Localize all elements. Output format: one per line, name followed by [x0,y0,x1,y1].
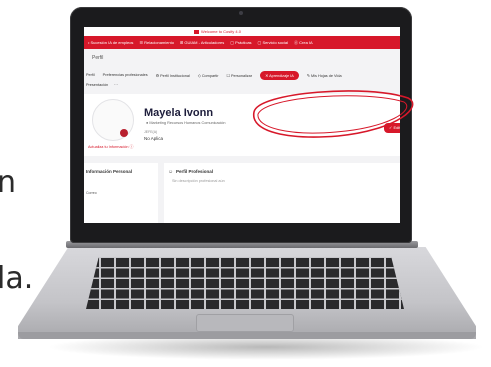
top-announcement-bar [84,27,400,36]
camera-icon[interactable] [120,129,128,137]
welcome-banner[interactable]: Welcome to Cosify 4.0 [194,29,241,34]
nav-item[interactable]: • Sucesión IA de empleos [88,40,133,45]
nav-item[interactable]: ⊞ GUIAM - Articuladores [180,40,224,45]
update-info-link[interactable]: Actualiza tu Información ⓘ [88,145,133,150]
background-text-1: n [0,165,17,200]
profile-name: Mayela Ivonn [144,107,214,119]
nav-item[interactable]: ☰ Relacionamiento [139,40,174,45]
avatar[interactable] [92,99,134,141]
flag-icon [194,29,199,34]
tab-preferencias[interactable]: Preferencias profesionales [103,73,148,77]
tab-presentacion[interactable]: Presentación [86,83,108,87]
jefe-value: No Aplica [144,136,164,141]
background-text-2: la. [0,261,34,296]
jefe-label: JEFE(A) [144,130,158,134]
user-icon: ☺ [168,169,174,175]
personal-info-title: Información Personal [86,169,133,174]
webcam-icon [239,11,243,15]
profile-tabs-row2: Presentación ··· [86,83,118,87]
laptop-touchpad [196,314,294,332]
professional-profile-description: Sin descripción profesional aún [172,179,225,183]
laptop-keyboard [86,257,404,309]
tab-aprendizaje-ia[interactable]: ✕ Aprendizaje IA [260,70,299,80]
tab-personalizar[interactable]: ☐ Personalizar [227,73,253,78]
nav-item[interactable]: ▢ Servicio social [258,40,288,45]
profile-tabs: Perfil Preferencias profesionales ⚙ Perf… [86,69,400,81]
professional-profile-title: Perfil Profesional [176,169,214,174]
breadcrumb[interactable]: Perfil [92,55,103,61]
personal-info-field: Correo [86,191,97,195]
profile-role: ● Marketing Recursos Humanos Comunicació… [146,121,226,125]
tab-hojas-de-vida[interactable]: ✎ Mis Hojas de Vida [307,73,342,78]
more-tabs-icon[interactable]: ··· [114,83,118,87]
tab-compartir[interactable]: ◇ Compartir [198,73,219,78]
laptop-base-edge [18,332,476,339]
nav-item[interactable]: ⓖ Crea IA [294,40,313,46]
tab-perfil-institucional[interactable]: ⚙ Perfil Institucional [156,73,190,78]
main-navbar: • Sucesión IA de empleos ☰ Relacionamien… [84,36,400,49]
highlight-circle-annotation [253,90,414,138]
nav-item[interactable]: ▢ Prácticas [230,40,251,45]
tab-perfil[interactable]: Perfil [86,73,95,77]
